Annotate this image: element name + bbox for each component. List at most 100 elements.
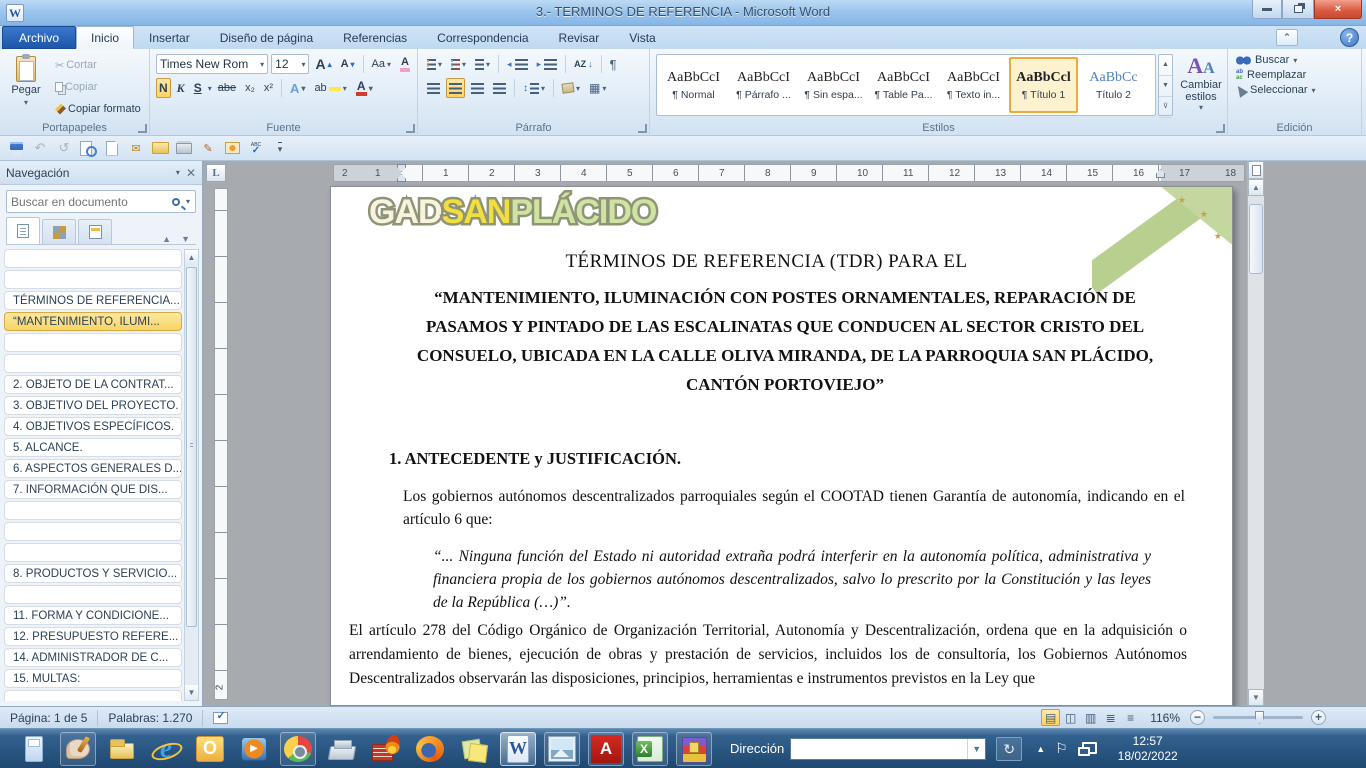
view-web-icon[interactable]	[1081, 709, 1100, 726]
ribbon-tab[interactable]: Archivo	[2, 26, 76, 49]
superscript-button[interactable]: x²	[261, 78, 276, 98]
search-options-chevron-icon[interactable]: ▾	[186, 197, 190, 206]
navigation-heading-item[interactable]	[4, 333, 182, 352]
address-go-button[interactable]: ↻	[996, 737, 1022, 761]
dialog-launcher-icon[interactable]	[638, 124, 647, 133]
next-heading-button[interactable]: ▼	[181, 234, 190, 244]
document-search-box[interactable]: ▾	[6, 190, 196, 213]
navigation-heading-item[interactable]	[4, 585, 182, 604]
cut-button[interactable]: ✂Cortar	[52, 55, 144, 75]
qat-spelling-icon[interactable]	[246, 139, 266, 158]
qat-mail-icon[interactable]	[222, 139, 242, 158]
ruler-toggle-button[interactable]	[1248, 161, 1264, 179]
underline-button[interactable]: S	[191, 78, 205, 98]
align-left-button[interactable]	[424, 78, 443, 98]
style-item[interactable]: AaBbCcI ¶ Sin espa...	[799, 57, 868, 113]
find-button[interactable]: Buscar▾	[1236, 54, 1357, 66]
document-page[interactable]: GADSANPLÁCIDO ★ ★ ★ TÉRMINOS DE REFERENC…	[330, 186, 1233, 706]
pane-options-chevron-icon[interactable]: ▾	[176, 168, 180, 177]
navigation-heading-item[interactable]: 15. MULTAS:	[4, 669, 182, 688]
style-item[interactable]: AaBbCcI ¶ Párrafo ...	[729, 57, 798, 113]
strikethrough-button[interactable]: abe	[215, 78, 239, 98]
style-item[interactable]: AaBbCc Título 2	[1079, 57, 1148, 113]
qat-attach-icon[interactable]	[126, 139, 146, 158]
multilevel-list-button[interactable]: ▾	[472, 54, 493, 74]
scroll-down-icon[interactable]: ▼	[185, 685, 198, 700]
qat-undo-icon[interactable]	[30, 139, 50, 158]
taskbar-winrar-icon[interactable]	[676, 732, 712, 766]
style-item[interactable]: AaBbCcl ¶ Título 1	[1009, 57, 1078, 113]
taskbar-firewall-icon[interactable]	[368, 732, 404, 766]
page-indicator[interactable]: Página: 1 de 5	[0, 710, 98, 726]
close-pane-button[interactable]: ✕	[186, 166, 196, 180]
justify-button[interactable]	[490, 78, 509, 98]
dialog-launcher-icon[interactable]	[1216, 124, 1225, 133]
ribbon-tab[interactable]: Inicio	[76, 26, 134, 49]
line-spacing-button[interactable]: ↕▾	[520, 78, 548, 98]
highlight-color-button[interactable]: ab▾	[311, 78, 349, 98]
align-right-button[interactable]	[468, 78, 487, 98]
change-case-button[interactable]: Aa▾	[369, 54, 394, 74]
paste-button[interactable]: Pegar▾	[6, 54, 46, 118]
view-print-layout-icon[interactable]	[1041, 709, 1060, 726]
borders-button[interactable]: ▦▾	[586, 78, 609, 98]
navigation-heading-item[interactable]: 4. OBJETIVOS ESPECÍFICOS.	[4, 417, 182, 436]
taskbar-fax-icon[interactable]	[324, 732, 360, 766]
qat-open-icon[interactable]	[150, 139, 170, 158]
navigation-heading-item[interactable]: 12. PRESUPUESTO REFERE...	[4, 627, 182, 646]
zoom-level[interactable]: 116%	[1150, 711, 1180, 725]
qat-preview-icon[interactable]	[78, 139, 98, 158]
search-input[interactable]	[7, 195, 172, 209]
grow-font-button[interactable]: A▴	[312, 54, 334, 74]
zoom-in-button[interactable]: +	[1311, 710, 1326, 725]
tray-expand-icon[interactable]: ▲	[1036, 744, 1045, 754]
minimize-button[interactable]	[1252, 0, 1282, 19]
font-size-select[interactable]: 12▾	[271, 54, 309, 74]
network-icon[interactable]	[1078, 742, 1094, 756]
search-icon[interactable]	[172, 198, 180, 206]
navigation-scrollbar[interactable]: ▲ ▼	[184, 249, 199, 701]
shrink-font-button[interactable]: A▾	[338, 54, 358, 74]
close-button[interactable]: ×	[1314, 0, 1362, 19]
qat-new-icon[interactable]	[102, 139, 122, 158]
help-button[interactable]: ?	[1340, 28, 1359, 47]
qat-redo-icon[interactable]	[54, 139, 74, 158]
change-styles-button[interactable]: AA Cambiar estilos▾	[1178, 53, 1224, 119]
copy-button[interactable]: Copiar	[52, 77, 144, 97]
ribbon-tab[interactable]: Vista	[614, 26, 670, 49]
numbering-button[interactable]: ▾	[448, 54, 469, 74]
replace-button[interactable]: abacReemplazar	[1236, 69, 1357, 81]
decrease-indent-button[interactable]	[504, 54, 531, 74]
format-painter-button[interactable]: Copiar formato	[52, 99, 144, 119]
navigation-heading-item[interactable]	[4, 690, 182, 701]
ribbon-tab[interactable]: Referencias	[328, 26, 422, 49]
qat-save-icon[interactable]	[6, 139, 26, 158]
shading-button[interactable]: ▾	[559, 78, 583, 98]
browse-results-tab[interactable]	[78, 219, 112, 244]
taskbar-calculator-icon[interactable]	[16, 732, 52, 766]
taskbar-sticky-notes-icon[interactable]	[456, 732, 492, 766]
select-button[interactable]: Seleccionar▾	[1236, 84, 1357, 96]
navigation-heading-item[interactable]: 6. ASPECTOS GENERALES D...	[4, 459, 182, 478]
navigation-heading-item[interactable]: “MANTENIMIENTO, ILUMI...	[4, 312, 182, 331]
zoom-slider[interactable]	[1213, 716, 1303, 719]
taskbar-photo-viewer-icon[interactable]	[544, 732, 580, 766]
dialog-launcher-icon[interactable]	[138, 124, 147, 133]
taskbar-clock[interactable]: 12:57 18/02/2022	[1106, 734, 1190, 764]
tab-stop-selector[interactable]: L	[206, 164, 226, 182]
scroll-up-icon[interactable]: ▲	[1248, 179, 1264, 196]
view-outline-icon[interactable]	[1101, 709, 1120, 726]
italic-button[interactable]: K	[174, 78, 188, 98]
subscript-button[interactable]: x₂	[242, 78, 258, 98]
scroll-up-icon[interactable]: ▲	[185, 250, 198, 265]
clear-formatting-button[interactable]: A	[397, 54, 413, 74]
address-input-wrap[interactable]: ▼	[790, 738, 986, 760]
style-item[interactable]: AaBbCcI ¶ Normal	[659, 57, 728, 113]
ribbon-tab[interactable]: Revisar	[544, 26, 615, 49]
navigation-heading-item[interactable]	[4, 522, 182, 541]
bullets-button[interactable]: ▾	[424, 54, 445, 74]
font-color-button[interactable]: A▾	[353, 78, 376, 98]
taskbar-explorer-icon[interactable]	[104, 732, 140, 766]
text-effects-button[interactable]: A▾	[287, 78, 308, 98]
previous-heading-button[interactable]: ▲	[162, 234, 171, 244]
